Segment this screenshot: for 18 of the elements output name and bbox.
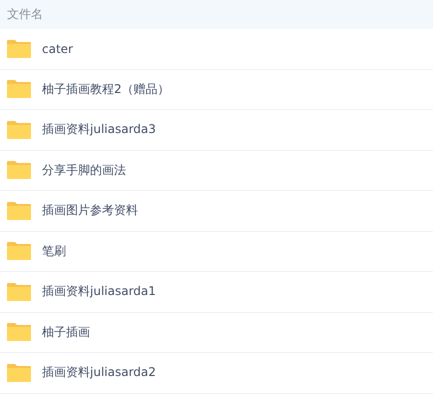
file-name[interactable]: 笔刷 bbox=[42, 242, 66, 260]
folder-icon bbox=[7, 40, 31, 58]
file-name[interactable]: 插画资料juliasarda1 bbox=[42, 283, 156, 300]
file-name[interactable]: 分享手脚的画法 bbox=[42, 162, 126, 179]
folder-icon bbox=[7, 242, 31, 260]
file-name[interactable]: 插画资料juliasarda2 bbox=[42, 364, 156, 382]
file-name[interactable]: 插画资料juliasarda3 bbox=[42, 121, 156, 138]
folder-icon bbox=[7, 282, 31, 301]
folder-icon bbox=[7, 120, 31, 139]
folder-icon bbox=[7, 161, 31, 180]
file-name[interactable]: cater bbox=[42, 42, 73, 56]
file-name[interactable]: 柚子插画 bbox=[42, 324, 90, 341]
folder-icon bbox=[7, 364, 31, 382]
file-name[interactable]: 柚子插画教程2（赠品） bbox=[42, 80, 170, 98]
folder-icon bbox=[7, 323, 31, 342]
folder-icon bbox=[7, 80, 31, 98]
file-name[interactable]: 插画图片参考资料 bbox=[42, 202, 138, 220]
folder-icon bbox=[7, 202, 31, 220]
